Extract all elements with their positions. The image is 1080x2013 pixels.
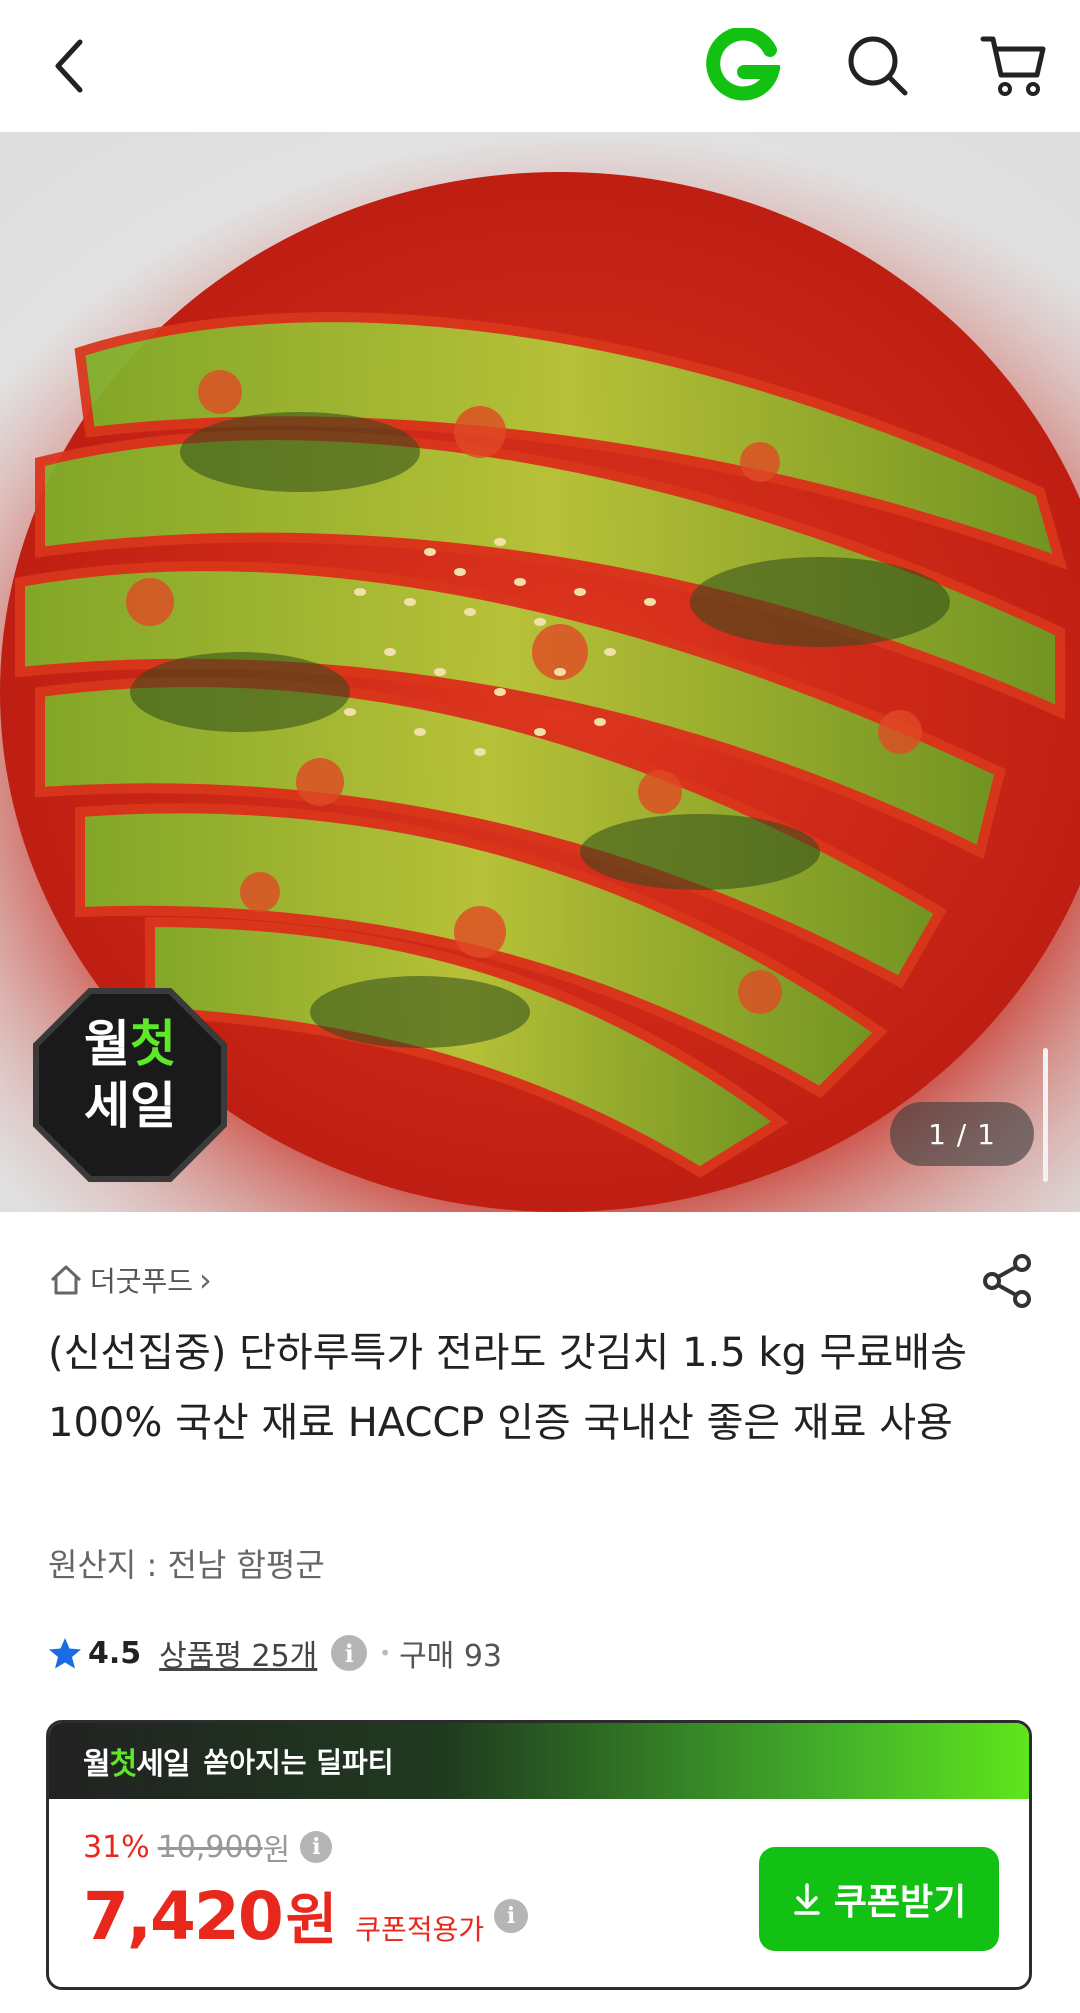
get-coupon-button[interactable]: 쿠폰받기 xyxy=(759,1847,999,1951)
deal-logo: 월첫세일 xyxy=(83,1739,190,1783)
rating-row: 4.5 상품평 25개 i • 구매 93 xyxy=(48,1628,502,1678)
badge-text-1a: 월 xyxy=(84,1015,130,1073)
deal-logo-a: 월 xyxy=(83,1747,111,1782)
product-title: (신선집중) 단하루특가 전라도 갓김치 1.5 kg 무료배송 100% 국산… xyxy=(48,1330,967,1446)
discount-row: 31% 10,900 원 i xyxy=(83,1825,333,1869)
sale-price: 7,420 xyxy=(83,1878,284,1955)
download-icon xyxy=(794,1883,820,1915)
share-button[interactable] xyxy=(982,1253,1034,1309)
sale-price-unit: 원 xyxy=(285,1888,338,1953)
deal-logo-b: 첫 xyxy=(109,1747,138,1782)
product-image[interactable]: 월첫 세일 1 / 1 xyxy=(0,132,1080,1212)
original-price-unit: 원 xyxy=(262,1833,291,1868)
gmarket-logo-button[interactable] xyxy=(700,24,784,108)
coupon-price-label: 쿠폰적용가 xyxy=(355,1913,485,1946)
review-count-link[interactable]: 상품평 25개 xyxy=(159,1631,317,1675)
star-icon xyxy=(49,1638,81,1669)
search-icon xyxy=(848,36,908,96)
gmarket-g-logo-icon xyxy=(706,28,780,101)
image-counter: 1 / 1 xyxy=(890,1102,1034,1166)
purchase-count: 구매 93 xyxy=(399,1639,502,1674)
deal-box: 월첫세일 쏟아지는 딜파티 31% 10,900 원 i 7,420 원 쿠폰적… xyxy=(46,1720,1032,1990)
rating-score: 4.5 xyxy=(88,1635,142,1671)
cart-icon xyxy=(980,36,1046,96)
store-chevron-icon: › xyxy=(199,1261,212,1299)
original-price: 10,900 xyxy=(157,1829,263,1865)
coupon-button-label: 쿠폰받기 xyxy=(833,1882,967,1923)
coupon-info-icon[interactable]: i xyxy=(494,1898,529,1933)
cart-button[interactable] xyxy=(972,24,1056,108)
deal-tagline: 쏟아지는 딜파티 xyxy=(203,1746,394,1779)
share-icon xyxy=(983,1254,1031,1308)
product-origin: 원산지 : 전남 함평군 xyxy=(48,1546,325,1584)
back-button[interactable] xyxy=(34,30,106,102)
badge-text-1b: 첫 xyxy=(130,1015,176,1073)
top-bar xyxy=(0,0,1080,132)
price-info-icon[interactable]: i xyxy=(300,1831,333,1863)
discount-rate: 31% xyxy=(83,1829,150,1865)
store-link[interactable]: 더굿푸드 › xyxy=(48,1258,212,1302)
price-row: 7,420 원 쿠폰적용가 i xyxy=(83,1875,529,1956)
home-icon xyxy=(50,1265,82,1295)
badge-text-2: 세일 xyxy=(84,1077,176,1135)
rating-info-icon[interactable]: i xyxy=(331,1635,368,1671)
search-button[interactable] xyxy=(838,26,918,106)
gallery-scroll-indicator xyxy=(1043,1048,1048,1182)
separator-dot: • xyxy=(379,1641,392,1665)
store-name: 더굿푸드 xyxy=(90,1265,194,1298)
deal-header: 월첫세일 쏟아지는 딜파티 xyxy=(49,1723,1029,1799)
deal-logo-c: 세일 xyxy=(136,1747,190,1782)
chevron-left-icon xyxy=(55,39,83,93)
monthly-sale-badge: 월첫 세일 xyxy=(30,985,230,1185)
